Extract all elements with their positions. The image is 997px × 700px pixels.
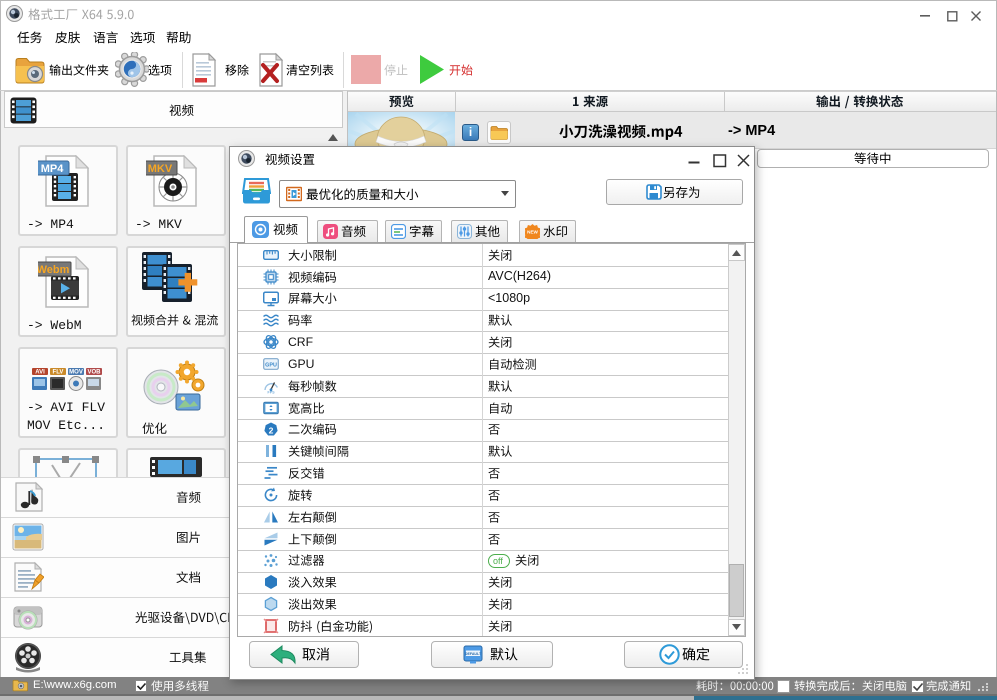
svg-text:MP4: MP4 xyxy=(41,163,65,175)
svg-text:DEFAULT: DEFAULT xyxy=(465,652,482,656)
svg-text:FLV: FLV xyxy=(53,370,64,376)
svg-text:2: 2 xyxy=(269,425,274,435)
svg-text:FPS: FPS xyxy=(268,391,276,394)
svg-text:Webm: Webm xyxy=(38,264,70,276)
svg-text:GPU: GPU xyxy=(265,363,277,369)
svg-text:AVI: AVI xyxy=(35,370,45,376)
svg-text:MOV: MOV xyxy=(69,370,83,376)
svg-text:NEW: NEW xyxy=(527,230,538,235)
svg-text:MKV: MKV xyxy=(148,163,173,175)
svg-text:VOB: VOB xyxy=(87,370,101,376)
